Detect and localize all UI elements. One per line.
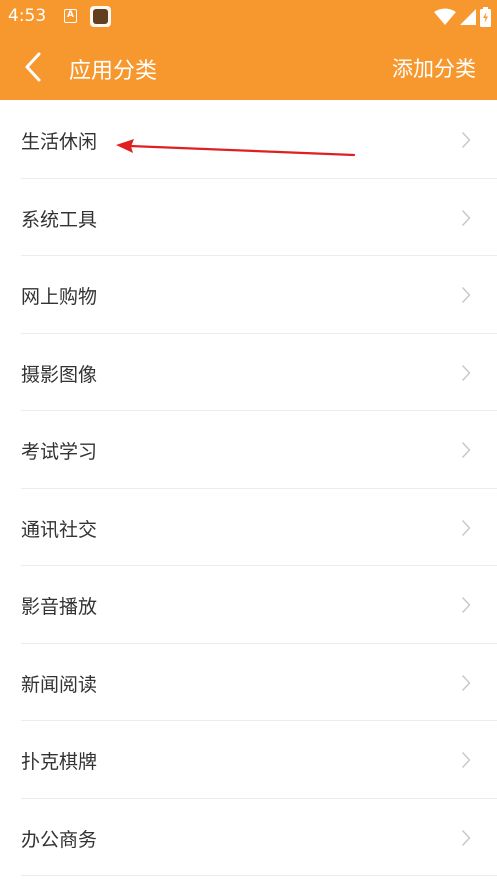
chevron-right-icon — [461, 132, 471, 148]
chevron-right-icon — [461, 287, 471, 303]
category-label: 办公商务 — [21, 828, 98, 851]
category-row[interactable]: 生活休闲 — [0, 101, 497, 179]
status-time: 4:53 — [8, 6, 47, 26]
chevron-right-icon — [461, 674, 471, 691]
category-label: 摄影图像 — [21, 363, 98, 386]
status-bar: 4:53 A — [0, 0, 497, 34]
chevron-left-icon — [25, 52, 41, 82]
category-row[interactable]: 摄影图像 — [0, 334, 497, 411]
add-category-button[interactable]: 添加分类 — [392, 53, 476, 83]
page-title: 应用分类 — [69, 59, 158, 84]
category-row[interactable]: 考试学习 — [0, 411, 497, 489]
category-list: 生活休闲 系统工具 网上购物 摄影图像 考试学习 通讯社交 影音播放 新闻阅读 — [0, 101, 497, 876]
category-row[interactable]: 通讯社交 — [0, 489, 497, 566]
signal-icon — [460, 9, 476, 25]
category-label: 系统工具 — [21, 208, 98, 231]
back-button[interactable] — [18, 51, 50, 83]
category-label: 扑克棋牌 — [21, 751, 98, 773]
system-icons — [434, 7, 491, 27]
category-label: 网上购物 — [21, 286, 98, 308]
category-row[interactable]: 系统工具 — [0, 179, 497, 256]
chevron-right-icon — [461, 752, 471, 768]
category-label: 新闻阅读 — [21, 673, 98, 696]
chevron-right-icon — [461, 364, 471, 381]
category-label: 考试学习 — [21, 441, 98, 463]
app-notification-icon — [90, 6, 111, 27]
chevron-right-icon — [461, 597, 471, 613]
category-row[interactable]: 网上购物 — [0, 256, 497, 334]
category-row[interactable]: 影音播放 — [0, 566, 497, 644]
category-row[interactable]: 新闻阅读 — [0, 644, 497, 721]
chevron-right-icon — [461, 829, 471, 846]
notification-a-icon: A — [64, 9, 77, 23]
category-label: 影音播放 — [21, 596, 98, 618]
category-label: 通讯社交 — [21, 518, 98, 541]
app-bar: 应用分类 添加分类 — [0, 34, 497, 100]
divider — [21, 875, 497, 876]
chevron-right-icon — [461, 442, 471, 458]
chevron-right-icon — [461, 209, 471, 226]
category-row[interactable]: 扑克棋牌 — [0, 721, 497, 799]
battery-icon — [480, 7, 491, 27]
category-row[interactable]: 办公商务 — [0, 799, 497, 876]
wifi-icon — [434, 8, 456, 25]
chevron-right-icon — [461, 519, 471, 536]
category-label: 生活休闲 — [21, 131, 98, 153]
